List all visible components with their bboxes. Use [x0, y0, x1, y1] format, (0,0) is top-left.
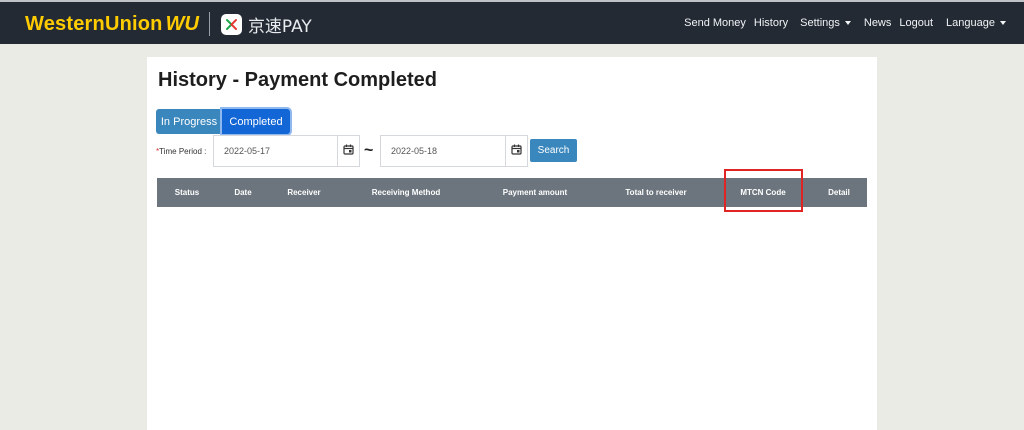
start-date-calendar-button[interactable]: [337, 135, 360, 167]
time-period-text: Time Period :: [159, 147, 207, 156]
brand-mark: WU: [165, 12, 199, 35]
brand-divider: [208, 12, 210, 36]
partner-name: 京速PAY: [247, 16, 312, 37]
time-period-label: *Time Period :: [156, 147, 206, 156]
column-header-receiving-method[interactable]: Receiving Method: [339, 178, 473, 207]
nav-settings-label: Settings: [800, 17, 840, 29]
jingsu-logo-icon: [220, 13, 242, 35]
tab-completed[interactable]: Completed: [222, 109, 290, 134]
nav-menu: Send Money History Settings News Logout …: [676, 2, 1006, 44]
brand-logo[interactable]: WesternUnion WU 京速PAY: [25, 10, 312, 38]
page-title: History - Payment Completed: [158, 69, 437, 91]
nav-send-money-label: Send Money: [684, 17, 746, 29]
nav-settings-dropdown[interactable]: Settings: [800, 17, 851, 29]
caret-down-icon: [1000, 21, 1006, 25]
start-date-input[interactable]: 2022-05-17: [213, 135, 338, 167]
nav-news-label: News: [863, 17, 892, 29]
tab-in-progress[interactable]: In Progress: [156, 109, 222, 134]
column-header-receiver[interactable]: Receiver: [269, 178, 339, 207]
nav-send-money[interactable]: Send Money: [684, 17, 746, 29]
nav-logout-label: Logout: [899, 17, 934, 29]
calendar-icon: [343, 142, 354, 160]
column-header-total-to-receiver[interactable]: Total to receiver: [597, 178, 715, 207]
column-header-status[interactable]: Status: [157, 178, 217, 207]
history-panel: History - Payment Completed In Progress …: [147, 57, 877, 430]
end-date-input[interactable]: 2022-05-18: [380, 135, 506, 167]
search-button[interactable]: Search: [530, 139, 577, 162]
mtcn-highlight-box: [724, 169, 803, 212]
top-navbar: WesternUnion WU 京速PAY Send Money History…: [0, 2, 1024, 44]
column-header-detail[interactable]: Detail: [811, 178, 867, 207]
column-header-date[interactable]: Date: [217, 178, 269, 207]
end-date-calendar-button[interactable]: [505, 135, 528, 167]
column-header-payment-amount[interactable]: Payment amount: [473, 178, 597, 207]
nav-history[interactable]: History: [754, 17, 788, 29]
caret-down-icon: [844, 21, 851, 25]
nav-language-dropdown[interactable]: Language: [946, 17, 1006, 29]
calendar-icon: [511, 142, 522, 160]
date-range-separator: ~: [364, 142, 374, 159]
nav-news[interactable]: News: [864, 17, 892, 29]
nav-logout[interactable]: Logout: [899, 17, 933, 29]
nav-history-label: History: [753, 17, 789, 29]
nav-language-label: Language: [946, 17, 995, 29]
brand-name: WesternUnion: [25, 12, 163, 35]
